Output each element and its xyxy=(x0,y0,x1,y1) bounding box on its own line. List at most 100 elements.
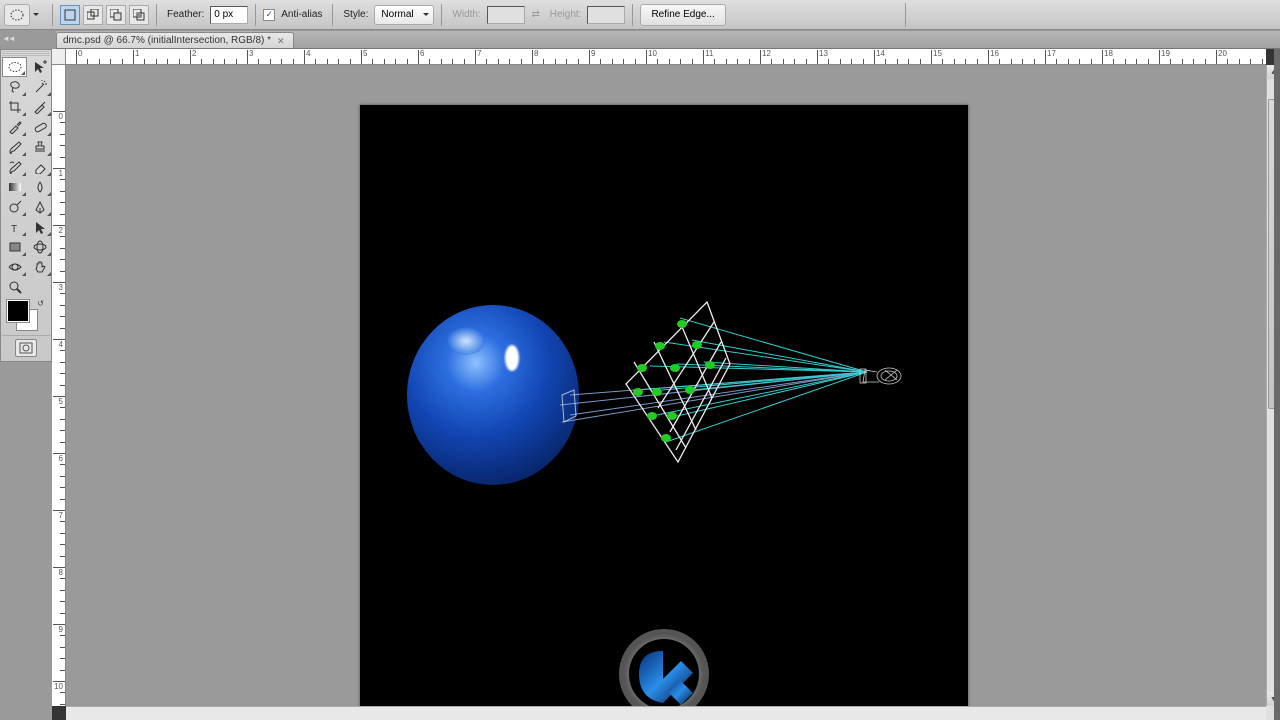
canvas-art-sphere xyxy=(407,305,579,485)
current-tool-indicator[interactable] xyxy=(4,4,30,26)
selection-mode-intersect[interactable] xyxy=(129,5,149,25)
svg-text:T: T xyxy=(11,224,17,234)
selection-mode-subtract[interactable] xyxy=(106,5,126,25)
rect-add-icon xyxy=(87,9,99,21)
brush-icon xyxy=(8,140,22,154)
divider xyxy=(156,4,157,26)
default-colors-icon[interactable] xyxy=(6,325,14,333)
stamp-icon xyxy=(33,140,47,154)
color-swatch-area: ↺ xyxy=(2,297,50,335)
healing-tool[interactable] xyxy=(27,117,52,137)
selection-mode-new[interactable] xyxy=(60,5,80,25)
marquee-ellipse-icon xyxy=(10,8,24,22)
quickmask-row xyxy=(2,335,50,360)
type-tool[interactable]: T xyxy=(2,217,27,237)
height-label: Height: xyxy=(550,9,582,20)
bandaid-icon xyxy=(33,120,47,134)
divider xyxy=(52,4,53,26)
history-brush-tool[interactable] xyxy=(2,157,27,177)
eyedropper-tool[interactable] xyxy=(2,117,27,137)
lasso-icon xyxy=(8,80,22,94)
dodge-tool[interactable] xyxy=(2,197,27,217)
style-label: Style: xyxy=(343,9,368,20)
divider xyxy=(905,3,906,27)
document-canvas[interactable] xyxy=(360,105,968,715)
rectangle-icon xyxy=(8,240,22,254)
marquee-ellipse-icon xyxy=(8,61,22,73)
scrollbar-horizontal[interactable] xyxy=(66,706,1266,720)
3d-camera-tool[interactable] xyxy=(2,257,27,277)
divider xyxy=(332,4,333,26)
droplet-icon xyxy=(33,180,47,194)
rect-icon xyxy=(64,9,76,21)
rotate3d-icon xyxy=(33,240,47,254)
width-input xyxy=(487,6,525,24)
quickmask-button[interactable] xyxy=(15,339,37,357)
antialias-label: Anti-alias xyxy=(281,9,322,20)
style-select[interactable]: Normal xyxy=(374,5,434,25)
slice-tool[interactable] xyxy=(27,97,52,117)
type-icon: T xyxy=(8,220,22,234)
eyedropper-icon xyxy=(8,120,22,134)
document-tab-title: dmc.psd @ 66.7% (initialIntersection, RG… xyxy=(63,35,271,46)
options-bar: Feather: Anti-alias Style: Normal Width:… xyxy=(0,0,1280,30)
swap-colors-icon[interactable]: ↺ xyxy=(37,299,44,308)
refine-edge-button[interactable]: Refine Edge... xyxy=(640,4,725,26)
right-panel-dock[interactable] xyxy=(1274,49,1280,720)
close-icon[interactable]: ✕ xyxy=(277,36,287,46)
selection-mode-add[interactable] xyxy=(83,5,103,25)
divider xyxy=(441,4,442,26)
crop-tool[interactable] xyxy=(2,97,27,117)
knife-icon xyxy=(33,100,47,114)
arrow-icon xyxy=(33,220,47,234)
path-select-tool[interactable] xyxy=(27,217,52,237)
foreground-color-swatch[interactable] xyxy=(7,300,29,322)
ruler-vertical[interactable]: 0123456789101112 xyxy=(52,65,66,706)
3d-tool[interactable] xyxy=(27,237,52,257)
zoom-tool[interactable] xyxy=(2,277,27,297)
antialias-checkbox[interactable] xyxy=(263,9,275,21)
swap-wh-icon: ⇄ xyxy=(528,7,544,23)
quick-select-tool[interactable] xyxy=(27,77,52,97)
crop-icon xyxy=(8,100,22,114)
blur-tool[interactable] xyxy=(27,177,52,197)
feather-input[interactable] xyxy=(210,6,248,24)
canvas-area: 012345678910111213141516171819202122 012… xyxy=(52,49,1280,720)
wand-icon xyxy=(33,80,47,94)
canvas-art-camera xyxy=(857,362,905,392)
width-label: Width: xyxy=(452,9,480,20)
orbit-icon xyxy=(8,260,22,274)
eraser-icon xyxy=(33,160,47,174)
pen-tool[interactable] xyxy=(27,197,52,217)
shape-tool[interactable] xyxy=(2,237,27,257)
ruler-horizontal[interactable]: 012345678910111213141516171819202122 xyxy=(66,49,1266,65)
document-tab[interactable]: dmc.psd @ 66.7% (initialIntersection, RG… xyxy=(56,32,294,48)
document-tab-bar: dmc.psd @ 66.7% (initialIntersection, RG… xyxy=(56,31,1280,49)
ruler-origin[interactable] xyxy=(52,49,66,65)
move-tool[interactable] xyxy=(27,57,52,77)
gradient-tool[interactable] xyxy=(2,177,27,197)
tool-palette: T ↺ xyxy=(0,49,52,362)
quickmask-icon xyxy=(19,342,33,354)
rect-sub-icon xyxy=(110,9,122,21)
eraser-tool[interactable] xyxy=(27,157,52,177)
rect-intersect-icon xyxy=(133,9,145,21)
zoom-icon xyxy=(8,280,22,294)
stamp-tool[interactable] xyxy=(27,137,52,157)
pen-icon xyxy=(33,200,47,214)
canvas-art-grid xyxy=(622,300,727,465)
panel-collapse-handle[interactable]: ◄◄ xyxy=(2,34,14,43)
height-input xyxy=(587,6,625,24)
history-brush-icon xyxy=(8,160,22,174)
lasso-tool[interactable] xyxy=(2,77,27,97)
tool-grid: T xyxy=(2,57,50,297)
brush-tool[interactable] xyxy=(2,137,27,157)
marquee-tool[interactable] xyxy=(2,57,27,77)
pasteboard[interactable] xyxy=(66,65,1266,706)
style-value: Normal xyxy=(381,9,413,20)
gradient-icon xyxy=(8,180,22,194)
divider xyxy=(255,4,256,26)
hand-tool[interactable] xyxy=(27,257,52,277)
divider xyxy=(632,4,633,26)
feather-label: Feather: xyxy=(167,9,204,20)
